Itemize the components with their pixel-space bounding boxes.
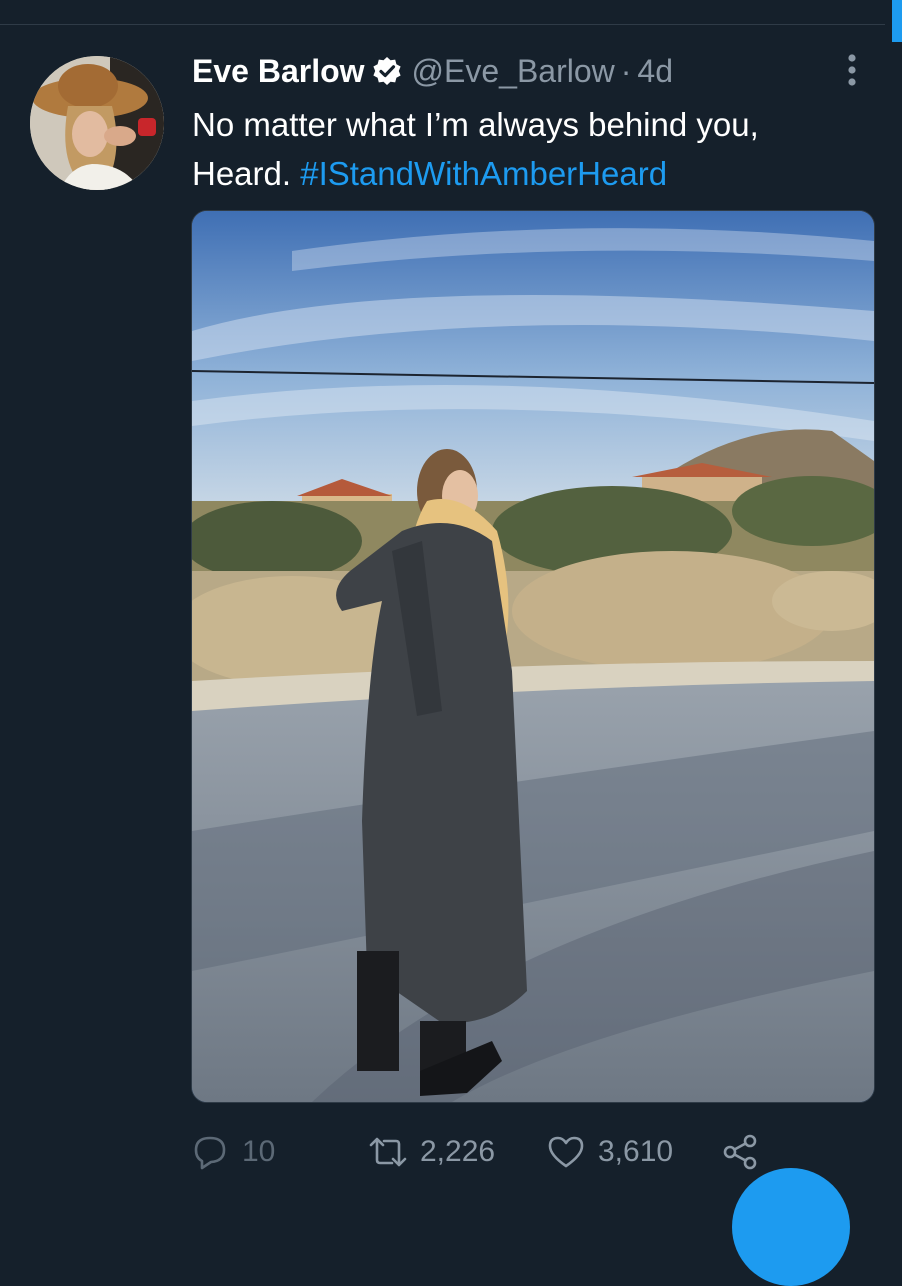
retweet-icon bbox=[369, 1137, 407, 1167]
heart-icon bbox=[548, 1136, 584, 1168]
share-icon bbox=[723, 1134, 757, 1170]
more-options-icon[interactable] bbox=[840, 52, 864, 88]
user-handle[interactable]: @Eve_Barlow bbox=[412, 53, 615, 90]
tweet-text-line-1: No matter what I’m always behind you, bbox=[192, 106, 759, 143]
separator-dot: · bbox=[620, 52, 632, 89]
top-divider bbox=[0, 24, 885, 25]
tweet-header: Eve Barlow @Eve_Barlow · 4d bbox=[192, 50, 673, 92]
reply-button[interactable]: 10 bbox=[190, 1128, 275, 1176]
share-button[interactable] bbox=[720, 1128, 760, 1176]
tweet-text-line-2-prefix: Heard. bbox=[192, 155, 301, 192]
reply-icon bbox=[194, 1136, 226, 1170]
avatar[interactable] bbox=[30, 56, 164, 190]
retweet-count: 2,226 bbox=[420, 1135, 496, 1168]
scroll-indicator[interactable] bbox=[892, 0, 902, 42]
like-count: 3,610 bbox=[598, 1135, 674, 1168]
timestamp[interactable]: 4d bbox=[637, 53, 673, 90]
tweet-text-line-2: Heard. #IStandWithAmberHeard bbox=[192, 149, 882, 198]
tweet-text: No matter what I’m always behind you, He… bbox=[192, 100, 882, 198]
reply-count: 10 bbox=[242, 1135, 276, 1168]
retweet-button[interactable]: 2,226 bbox=[368, 1128, 495, 1176]
verified-badge-icon bbox=[372, 56, 402, 86]
compose-tweet-button[interactable] bbox=[732, 1168, 850, 1286]
tweet-actions: 10 2,226 3,610 bbox=[190, 1128, 810, 1176]
hashtag-link[interactable]: #IStandWithAmberHeard bbox=[300, 155, 667, 192]
like-button[interactable]: 3,610 bbox=[546, 1128, 673, 1176]
display-name[interactable]: Eve Barlow bbox=[192, 53, 365, 90]
tweet-photo[interactable] bbox=[191, 210, 875, 1103]
